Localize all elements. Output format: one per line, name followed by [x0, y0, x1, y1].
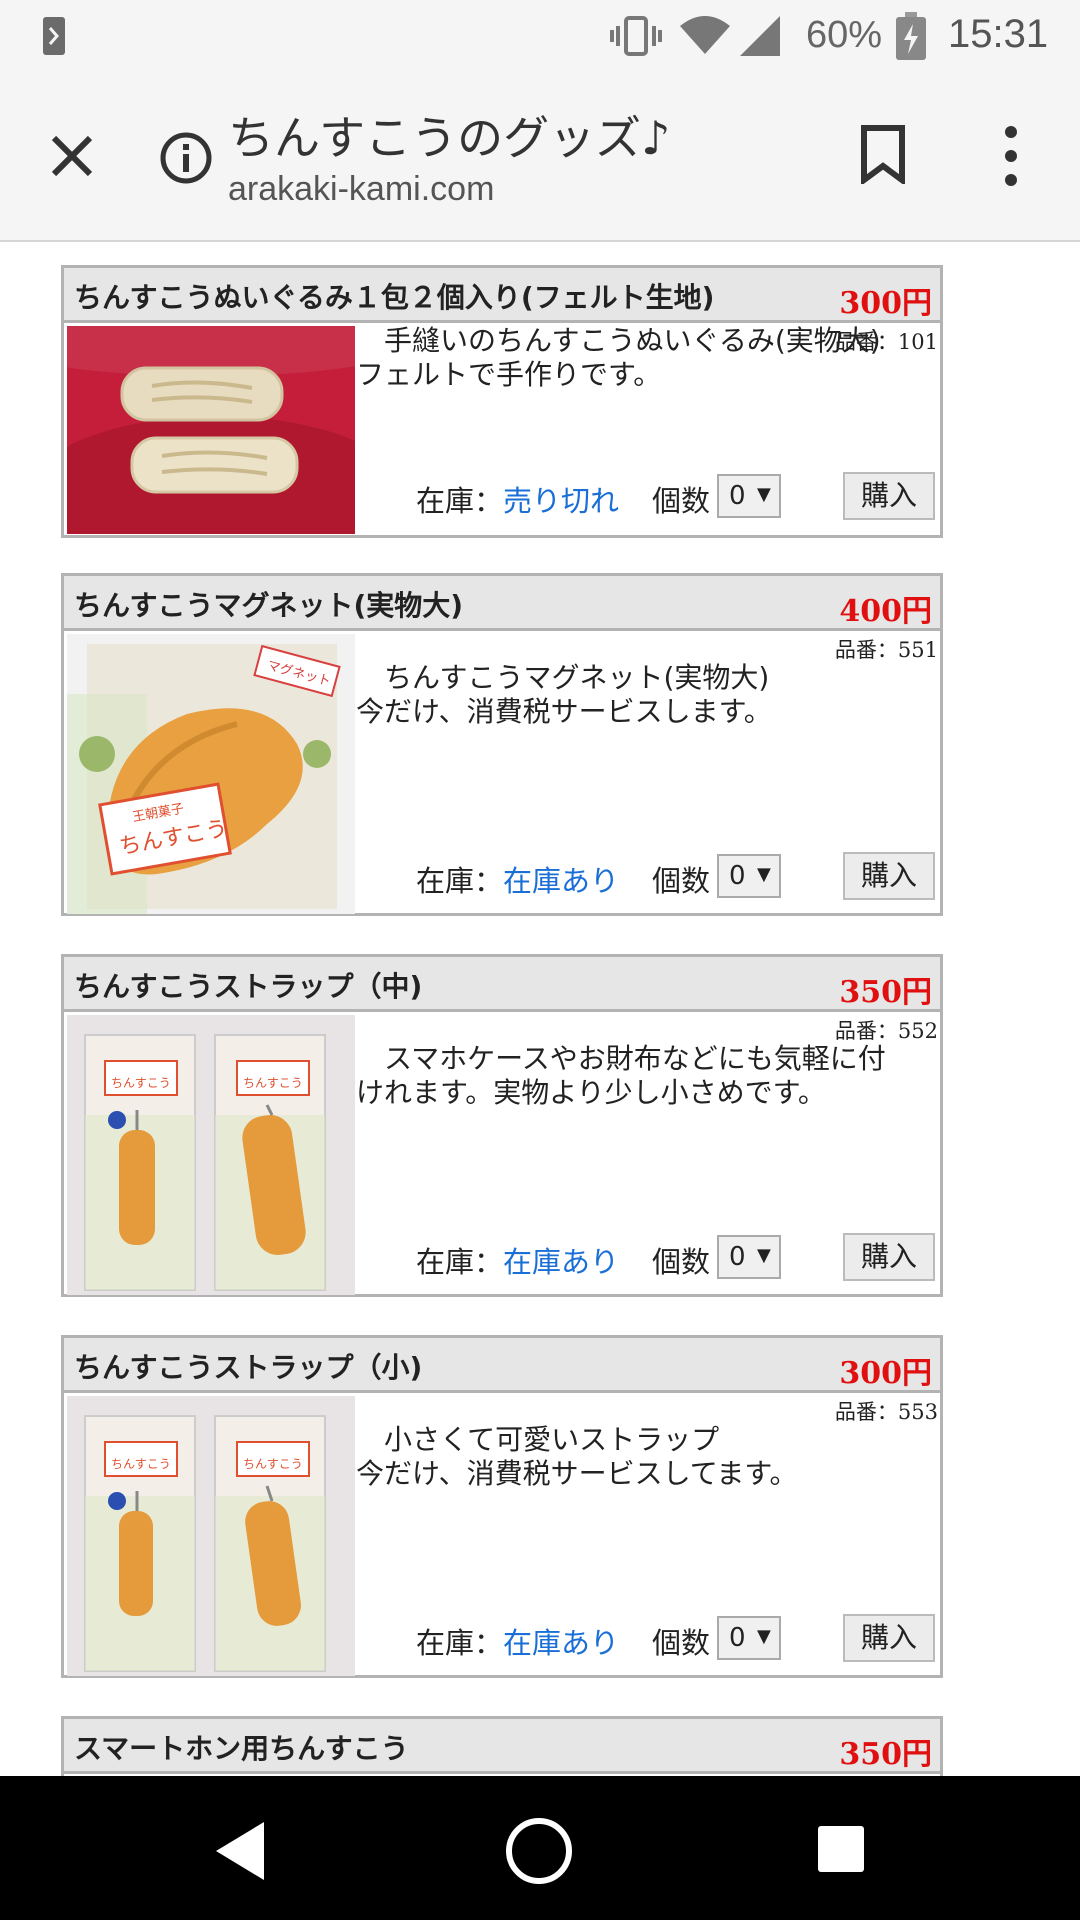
description-line: フェルトで手作りです。 [356, 358, 662, 391]
description-line: ちんすこうマグネット(実物大) [384, 661, 770, 694]
stock-label: 在庫： [416, 864, 504, 898]
dropdown-arrow-icon: ▼ [757, 1626, 771, 1647]
product-name: スマートホン用ちんすこう [74, 1732, 409, 1765]
product-card: スマートホン用ちんすこう 350円 [61, 1716, 943, 1776]
quantity-label: 個数 [652, 1626, 711, 1660]
stock-status: 在庫：在庫あり [416, 858, 619, 900]
quantity-select[interactable]: 0 ▼ [717, 1616, 781, 1660]
browser-toolbar: ちんすこうのグッズ♪ arakaki-kami.com [0, 72, 1080, 242]
back-icon[interactable] [210, 1818, 270, 1884]
dropdown-arrow-icon: ▼ [757, 484, 771, 505]
product-description: 手縫いのちんすこうぬいぐるみ(実物大) フェルトで手作りです。 [356, 324, 926, 392]
home-icon[interactable] [504, 1816, 574, 1886]
package-product-text: ちんすこう [111, 1457, 171, 1471]
product-price: 350円 [839, 975, 932, 1010]
dropdown-arrow-icon: ▼ [757, 1245, 771, 1266]
stock-value-link[interactable]: 売り切れ [503, 484, 619, 518]
buy-button[interactable]: 購入 [843, 852, 935, 900]
stock-value-link[interactable]: 在庫あり [503, 1626, 619, 1660]
stock-label: 在庫： [416, 1245, 504, 1279]
buy-button[interactable]: 購入 [843, 1614, 935, 1662]
package-product-text: ちんすこう [243, 1076, 303, 1090]
product-image [67, 326, 355, 534]
product-card: ちんすこうぬいぐるみ１包２個入り(フェルト生地) 300円 品番：101 手縫い… [61, 265, 943, 538]
product-price: 350円 [839, 1737, 932, 1772]
dropdown-arrow-icon: ▼ [757, 864, 771, 885]
product-code: 品番：552 [834, 1019, 938, 1043]
description-line: 小さくて可愛いストラップ [384, 1423, 720, 1456]
quantity-label: 個数 [652, 864, 711, 898]
quantity-label: 個数 [652, 1245, 711, 1279]
info-icon[interactable] [158, 130, 214, 186]
system-nav-bar [0, 1776, 1080, 1920]
vibrate-icon [610, 16, 662, 56]
description-line: けれます。実物より少し小さめです。 [356, 1076, 826, 1109]
battery-charging-icon [896, 12, 926, 60]
product-price: 300円 [839, 286, 932, 321]
product-name: ちんすこうぬいぐるみ１包２個入り(フェルト生地) [74, 281, 715, 314]
product-header: ちんすこうぬいぐるみ１包２個入り(フェルト生地) 300円 [64, 268, 940, 323]
more-vert-icon[interactable] [996, 124, 1026, 188]
stock-value-link[interactable]: 在庫あり [503, 1245, 619, 1279]
product-image: ちんすこう ちんすこう [67, 1015, 355, 1295]
page-url[interactable]: arakaki-kami.com [228, 170, 494, 209]
quantity-value: 0 [729, 861, 746, 891]
quantity-value: 0 [729, 481, 746, 511]
description-line: 手縫いのちんすこうぬいぐるみ(実物大) [384, 324, 881, 357]
page-content: ちんすこうぬいぐるみ１包２個入り(フェルト生地) 300円 品番：101 手縫い… [0, 242, 1080, 1776]
stock-value-link[interactable]: 在庫あり [503, 864, 619, 898]
signal-icon [740, 16, 780, 56]
notification-icon [43, 17, 65, 55]
buy-button[interactable]: 購入 [843, 1233, 935, 1281]
wifi-icon [680, 16, 730, 54]
quantity-value: 0 [729, 1242, 746, 1272]
product-image: ちんすこう ちんすこう [67, 1396, 355, 1676]
package-product-text: ちんすこう [243, 1457, 303, 1471]
product-code: 品番：551 [834, 638, 938, 662]
product-card: ちんすこうストラップ（中) 350円 ちんすこう ちんすこう 品番：552 スマ… [61, 954, 943, 1297]
description-line: スマホケースやお財布などにも気軽に付 [384, 1042, 886, 1075]
stock-status: 在庫：在庫あり [416, 1620, 619, 1662]
quantity-label: 個数 [652, 484, 711, 518]
product-name: ちんすこうストラップ（小) [74, 1351, 423, 1384]
description-line: 今だけ、消費税サービスしてます。 [356, 1457, 798, 1490]
stock-label: 在庫： [416, 484, 504, 518]
product-image: マグネット 王朝菓子 ちんすこう [67, 634, 355, 914]
page-title: ちんすこうのグッズ♪ [228, 111, 671, 165]
product-header: ちんすこうストラップ（小) 300円 [64, 1338, 940, 1393]
stock-status: 在庫：売り切れ [416, 478, 619, 520]
product-description: スマホケースやお財布などにも気軽に付 けれます。実物より少し小さめです。 [356, 1042, 926, 1110]
product-name: ちんすこうストラップ（中) [74, 970, 423, 1003]
description-line: 今だけ、消費税サービスします。 [356, 695, 772, 728]
product-name: ちんすこうマグネット(実物大) [74, 589, 464, 622]
close-icon[interactable] [44, 128, 100, 184]
stock-label: 在庫： [416, 1626, 504, 1660]
bookmark-icon[interactable] [858, 124, 908, 184]
quantity-select[interactable]: 0 ▼ [717, 474, 781, 518]
battery-percent: 60% [806, 14, 883, 56]
clock: 15:31 [948, 12, 1049, 56]
product-header: ちんすこうストラップ（中) 350円 [64, 957, 940, 1012]
stock-status: 在庫：在庫あり [416, 1239, 619, 1281]
quantity-select[interactable]: 0 ▼ [717, 1235, 781, 1279]
product-price: 300円 [839, 1356, 932, 1391]
buy-button[interactable]: 購入 [843, 472, 935, 520]
recent-apps-icon[interactable] [818, 1826, 864, 1872]
status-bar: 60% 15:31 [0, 0, 1080, 72]
product-description: 小さくて可愛いストラップ 今だけ、消費税サービスしてます。 [356, 1423, 926, 1491]
quantity-select[interactable]: 0 ▼ [717, 854, 781, 898]
product-price: 400円 [839, 594, 932, 629]
product-header: スマートホン用ちんすこう 350円 [64, 1719, 940, 1774]
product-card: ちんすこうストラップ（小) 300円 ちんすこう ちんすこう 品番：553 小さ… [61, 1335, 943, 1678]
quantity-value: 0 [729, 1623, 746, 1653]
product-description: ちんすこうマグネット(実物大) 今だけ、消費税サービスします。 [356, 661, 926, 729]
package-product-text: ちんすこう [111, 1076, 171, 1090]
product-card: ちんすこうマグネット(実物大) 400円 マグネット 王朝菓子 ちんすこう 品番… [61, 573, 943, 916]
product-code: 品番：553 [834, 1400, 938, 1424]
product-header: ちんすこうマグネット(実物大) 400円 [64, 576, 940, 631]
